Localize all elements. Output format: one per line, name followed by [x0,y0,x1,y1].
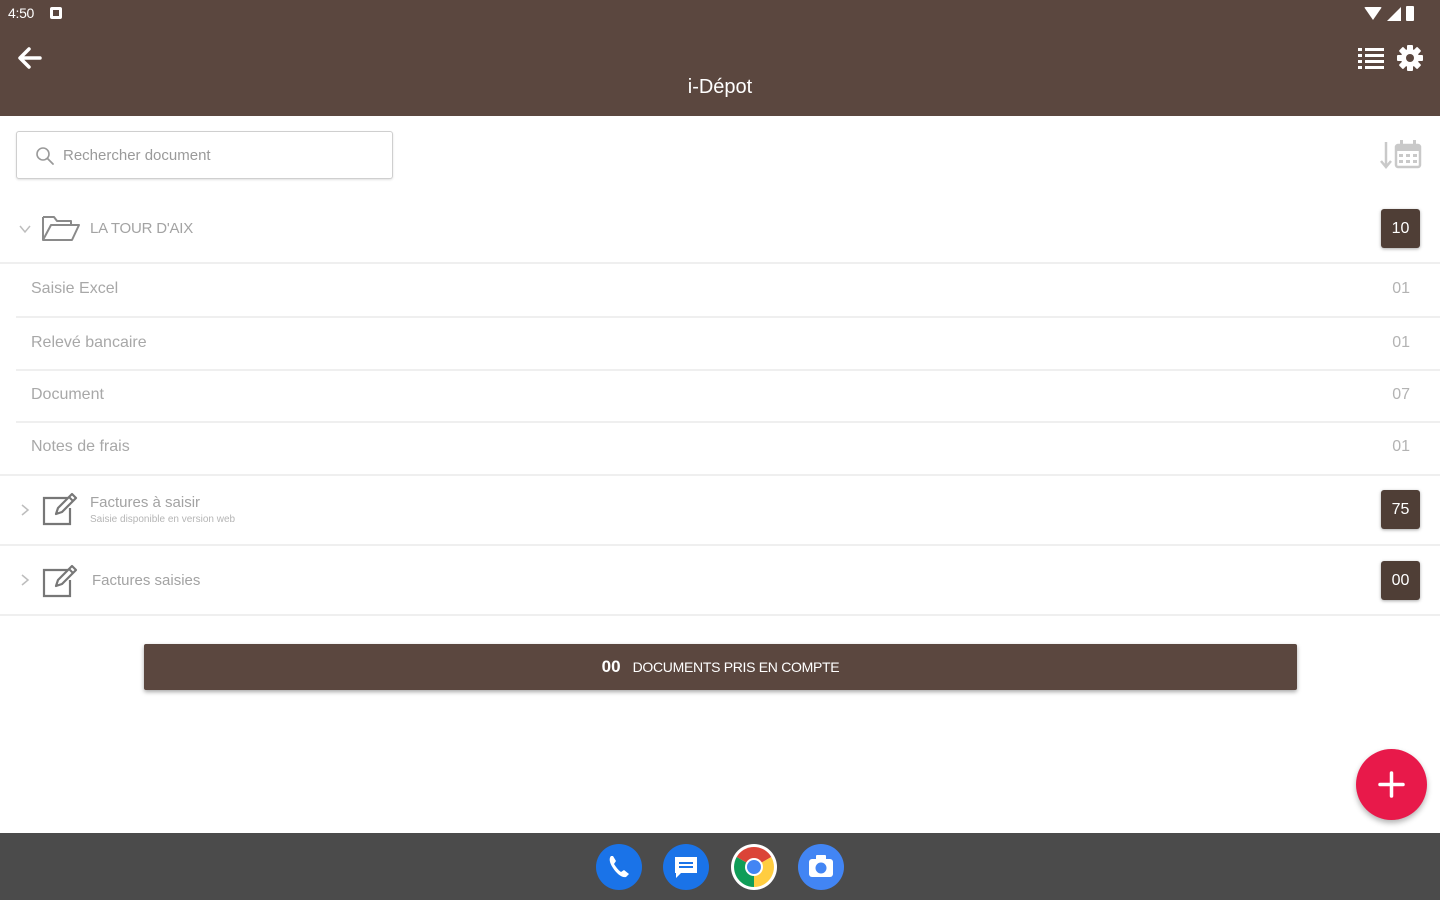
settings-button[interactable] [1394,42,1426,74]
divider [0,614,1440,616]
list-item-count: 07 [1392,386,1410,403]
folder-count-badge: 10 [1381,209,1420,248]
arrow-left-icon [18,47,42,69]
list-item-label: Document [31,386,104,403]
dock-chrome-app[interactable] [731,844,777,890]
list-item-label: Notes de frais [31,438,130,455]
chevron-down-icon [19,225,31,234]
sort-by-date-button[interactable] [1378,136,1424,176]
row-subtitle: Saisie disponible en version web [90,514,236,525]
chrome-icon [734,847,774,887]
phone-icon [609,856,629,878]
battery-icon [1406,6,1414,21]
list-icon [1358,48,1384,69]
back-button[interactable] [14,42,46,74]
row-title: Factures à saisir [90,494,201,511]
messages-icon [675,857,697,878]
list-item-count: 01 [1392,334,1410,351]
list-item-notes-de-frais[interactable]: Notes de frais 01 [0,422,1440,474]
factures-a-saisir-count-badge: 75 [1381,490,1420,529]
row-title: Factures saisies [92,572,201,589]
camera-icon [809,855,833,877]
folder-name: LA TOUR D'AIX [90,220,194,237]
sort-calendar-icon [1380,140,1422,169]
status-bar: 4:50 [0,0,1440,28]
factures-saisies-count-badge: 00 [1381,561,1420,600]
search-box[interactable] [16,131,393,179]
list-item-saisie-excel[interactable]: Saisie Excel 01 [0,264,1440,316]
edit-icon [42,564,78,598]
factures-a-saisir-row[interactable]: Factures à saisir Saisie disponible en v… [0,476,1440,544]
documents-pris-en-compte-button[interactable]: 00 DOCUMENTS PRIS EN COMPTE [144,644,1297,690]
wifi-icon [1364,7,1382,20]
list-view-button[interactable] [1356,44,1386,72]
app-bar: 4:50 i-Dépot [0,0,1440,116]
search-input[interactable] [63,142,383,168]
dock-phone-app[interactable] [596,844,642,890]
folder-open-icon [42,216,80,241]
list-item-count: 01 [1392,438,1410,455]
dock-messages-app[interactable] [663,844,709,890]
gear-icon [1397,45,1423,71]
dock-camera-app[interactable] [798,844,844,890]
list-item-label: Saisie Excel [31,280,119,297]
status-time: 4:50 [8,5,35,21]
taskbar [0,833,1440,900]
list-item-document[interactable]: Document 07 [0,370,1440,422]
factures-saisies-row[interactable]: Factures saisies 00 [0,546,1440,614]
list-item-releve-bancaire[interactable]: Relevé bancaire 01 [0,318,1440,370]
add-document-button[interactable] [1356,749,1427,820]
folder-row[interactable]: LA TOUR D'AIX 10 [0,200,1440,262]
plus-icon [1378,771,1405,798]
list-item-count: 01 [1392,280,1410,297]
edit-icon [42,492,78,526]
page-title: i-Dépot [687,76,753,98]
signal-icon [1387,6,1401,21]
list-item-label: Relevé bancaire [31,334,147,351]
documents-count: 00 [601,657,621,676]
notification-icon [50,7,62,19]
chevron-right-icon [21,504,30,516]
chevron-right-icon [21,574,30,586]
search-icon [36,147,54,165]
status-icons [1364,6,1414,21]
documents-label: DOCUMENTS PRIS EN COMPTE [632,659,840,675]
